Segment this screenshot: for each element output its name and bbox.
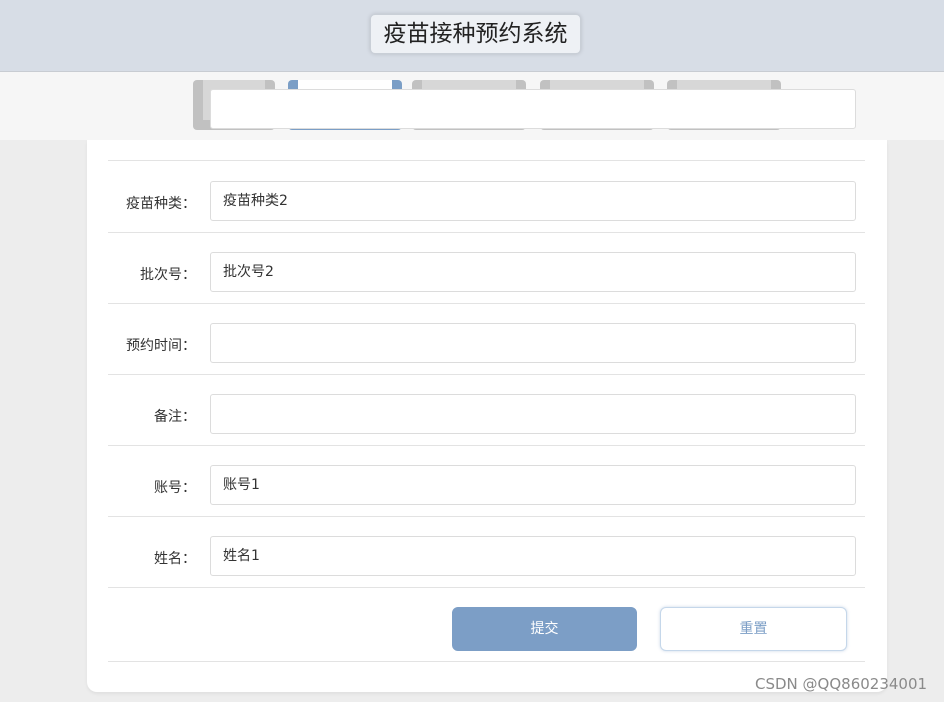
form-row-vaccine-type: 疫苗种类： 疫苗种类2: [108, 161, 865, 233]
name-label: 姓名：: [154, 551, 196, 567]
vaccine-type-input[interactable]: 疫苗种类2: [210, 181, 856, 221]
site-header: 疫苗接种预约系统: [0, 0, 944, 72]
appointment-time-label: 预约时间：: [126, 338, 196, 354]
batch-number-label: 批次号：: [140, 267, 196, 283]
account-input[interactable]: 账号1: [210, 465, 856, 505]
watermark: CSDN @QQ860234001: [755, 675, 928, 693]
account-label: 账号：: [154, 480, 196, 496]
form-row-hidden: [108, 89, 865, 161]
hidden-field[interactable]: [210, 89, 856, 129]
appointment-time-input[interactable]: [210, 323, 856, 363]
name-input[interactable]: 姓名1: [210, 536, 856, 576]
form-row-name: 姓名： 姓名1: [108, 516, 865, 588]
form-row-remarks: 备注：: [108, 374, 865, 446]
form-row-account: 账号： 账号1: [108, 445, 865, 517]
button-row-divider: [108, 661, 865, 662]
form-row-appointment-time: 预约时间：: [108, 303, 865, 375]
vaccine-type-label: 疫苗种类：: [126, 196, 196, 212]
site-title: 疫苗接种预约系统: [370, 14, 581, 54]
submit-button[interactable]: 提交: [452, 607, 637, 651]
reset-button[interactable]: 重置: [660, 607, 847, 651]
booking-form: 疫苗种类： 疫苗种类2 批次号： 批次号2 预约时间： 备注： 账号： 账号1 …: [87, 89, 887, 692]
remarks-input[interactable]: [210, 394, 856, 434]
remarks-label: 备注：: [154, 409, 196, 425]
form-row-batch-number: 批次号： 批次号2: [108, 232, 865, 304]
batch-number-input[interactable]: 批次号2: [210, 252, 856, 292]
